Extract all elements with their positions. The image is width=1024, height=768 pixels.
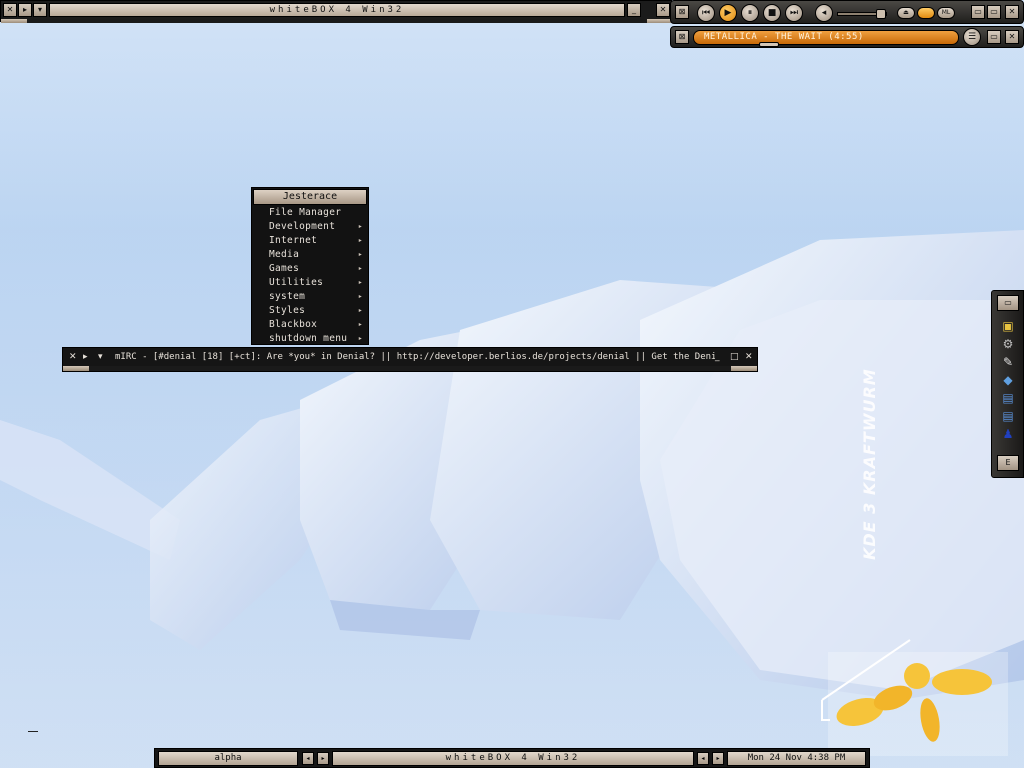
irc-shade-icon[interactable]: ▸	[83, 350, 88, 364]
submenu-arrow-icon: ▸	[358, 251, 362, 258]
volume-slider[interactable]	[837, 9, 887, 19]
player-menu-icon[interactable]: ⊠	[675, 5, 689, 19]
menu-item-label: Media	[269, 249, 300, 260]
submenu-arrow-icon: ▸	[358, 237, 362, 244]
irc-resize-handle-right[interactable]	[731, 366, 757, 371]
next-window-icon[interactable]: ▸	[712, 752, 724, 765]
close-button[interactable]: ✕	[656, 3, 670, 17]
irc-maximize-button[interactable]: □	[730, 350, 739, 364]
menu-items: File Manager Development ▸ Internet ▸ Media ▸ G…	[252, 206, 368, 346]
desktop-icon[interactable]: ▤	[1000, 409, 1016, 423]
kde-brand: KDE 3	[860, 501, 879, 560]
play-icon[interactable]: ▶	[719, 4, 737, 22]
prev-window-icon[interactable]: ◂	[697, 752, 709, 765]
menu-item-system[interactable]: system ▸	[252, 290, 368, 304]
menu-item-label: Utilities	[269, 277, 324, 288]
media-library-button[interactable]: ML	[937, 7, 955, 19]
menu-item-file-manager[interactable]: File Manager	[252, 206, 368, 220]
next-workspace-icon[interactable]: ▸	[317, 752, 329, 765]
submenu-arrow-icon: ▸	[358, 335, 362, 342]
dock-e-button[interactable]: E	[997, 455, 1019, 471]
submenu-arrow-icon: ▸	[358, 265, 362, 272]
top-window-titlebar[interactable]: ✕ ▸ ▾ whiteBOX 4 Win32 _ ✕	[0, 0, 673, 23]
pause-icon[interactable]: ⏸	[741, 4, 759, 22]
menu-item-label: Games	[269, 263, 300, 274]
dock-window-button[interactable]: ▭	[997, 295, 1019, 311]
window-menu-icon[interactable]: ▾	[33, 3, 47, 17]
menu-item-shutdown-menu[interactable]: shutdown menu ▸	[252, 332, 368, 346]
player-minimize-button[interactable]: ▭	[971, 5, 985, 19]
menu-title: Jesterace	[253, 189, 367, 205]
menu-item-label: Blackbox	[269, 319, 318, 330]
irc-resize-strip[interactable]	[63, 366, 757, 371]
eject-icon[interactable]: ⏏	[897, 7, 915, 19]
irc-close-button[interactable]: ✕	[745, 350, 753, 364]
player-close-icon[interactable]: ✕	[1005, 5, 1019, 19]
menu-item-games[interactable]: Games ▸	[252, 262, 368, 276]
windows-icon[interactable]: ▤	[1000, 391, 1016, 405]
submenu-arrow-icon: ▸	[358, 321, 362, 328]
irc-window-menu-icon[interactable]: ▾	[98, 350, 103, 364]
player2-shade-button[interactable]: ▭	[987, 30, 1001, 44]
window-title[interactable]: whiteBOX 4 Win32	[49, 3, 625, 17]
kde-kraftwurm-logo-text: KDE 3 KRAFTWURM	[860, 368, 879, 560]
window-resize-strip[interactable]	[1, 19, 673, 23]
submenu-arrow-icon: ▸	[358, 223, 362, 230]
submenu-arrow-icon: ▸	[358, 279, 362, 286]
resize-handle-left[interactable]	[1, 19, 27, 23]
menu-item-label: system	[269, 291, 306, 302]
menu-item-blackbox[interactable]: Blackbox ▸	[252, 318, 368, 332]
shuffle-toggle[interactable]	[917, 7, 935, 19]
toolbar-window-title[interactable]: whiteBOX 4 Win32	[332, 751, 694, 766]
menu-item-development[interactable]: Development ▸	[252, 220, 368, 234]
irc-window-title[interactable]: mIRC - [#denial [18] [+ct]: Are *you* in…	[115, 350, 715, 364]
kraftwurm-brand: KRAFTWURM	[860, 368, 879, 496]
root-menu: Jesterace File Manager Development ▸ Intern…	[251, 187, 369, 345]
workspace-name[interactable]: alpha	[158, 751, 298, 766]
previous-track-icon[interactable]: ⏮	[697, 4, 715, 22]
menu-item-utilities[interactable]: Utilities ▸	[252, 276, 368, 290]
seek-bar-handle[interactable]	[759, 42, 779, 47]
playlist-icon[interactable]: ☰	[963, 28, 981, 46]
stop-icon[interactable]: ■	[763, 4, 781, 22]
folder-icon[interactable]: ▣	[1000, 319, 1016, 333]
user-icon[interactable]: ♟	[1000, 427, 1016, 441]
volume-icon[interactable]: ◂	[815, 4, 833, 22]
player-song-bar: ⊠ METALLICA - THE WAIT (4:55) ☰ ▭ ✕	[670, 26, 1024, 48]
prev-workspace-icon[interactable]: ◂	[302, 752, 314, 765]
clock: Mon 24 Nov 4:38 PM	[727, 751, 866, 766]
volume-knob[interactable]	[876, 9, 886, 19]
network-icon[interactable]: ◆	[1000, 373, 1016, 387]
menu-item-styles[interactable]: Styles ▸	[252, 304, 368, 318]
menu-item-label: File Manager	[269, 207, 342, 218]
menu-item-label: shutdown menu	[269, 333, 348, 344]
toolbar: alpha ◂ ▸ whiteBOX 4 Win32 ◂ ▸ Mon 24 No…	[154, 748, 870, 768]
next-track-icon[interactable]: ⏭	[785, 4, 803, 22]
player-shade-button[interactable]: ▭	[987, 5, 1001, 19]
menu-item-label: Development	[269, 221, 336, 232]
menu-item-label: Styles	[269, 305, 306, 316]
submenu-arrow-icon: ▸	[358, 307, 362, 314]
irc-resize-handle-left[interactable]	[63, 366, 89, 371]
irc-close-window-icon[interactable]: ✕	[69, 350, 77, 364]
menu-item-label: Internet	[269, 235, 318, 246]
menu-item-internet[interactable]: Internet ▸	[252, 234, 368, 248]
tool-icon[interactable]: ✎	[1000, 355, 1016, 369]
irc-minimize-button[interactable]: _	[715, 350, 720, 364]
minimize-button[interactable]: _	[627, 3, 641, 17]
mirc-window-titlebar[interactable]: ✕ ▸ ▾ mIRC - [#denial [18] [+ct]: Are *y…	[62, 347, 758, 372]
close-window-icon[interactable]: ✕	[3, 3, 17, 17]
text-cursor	[28, 731, 38, 732]
song-title-display[interactable]: METALLICA - THE WAIT (4:55)	[693, 30, 959, 45]
player2-close-icon[interactable]: ✕	[1005, 30, 1019, 44]
submenu-arrow-icon: ▸	[358, 293, 362, 300]
playlist-menu-icon[interactable]: ⊠	[675, 30, 689, 44]
settings-icon[interactable]: ⚙	[1000, 337, 1016, 351]
menu-item-media[interactable]: Media ▸	[252, 248, 368, 262]
slit-dock: ▭ ▣ ⚙ ✎ ◆ ▤ ▤ ♟ E	[991, 290, 1024, 478]
shade-window-icon[interactable]: ▸	[18, 3, 32, 17]
media-player: ⊠ ⏮ ▶ ⏸ ■ ⏭ ◂ ⏏ ML ▭ ▭ ✕	[670, 0, 1024, 24]
